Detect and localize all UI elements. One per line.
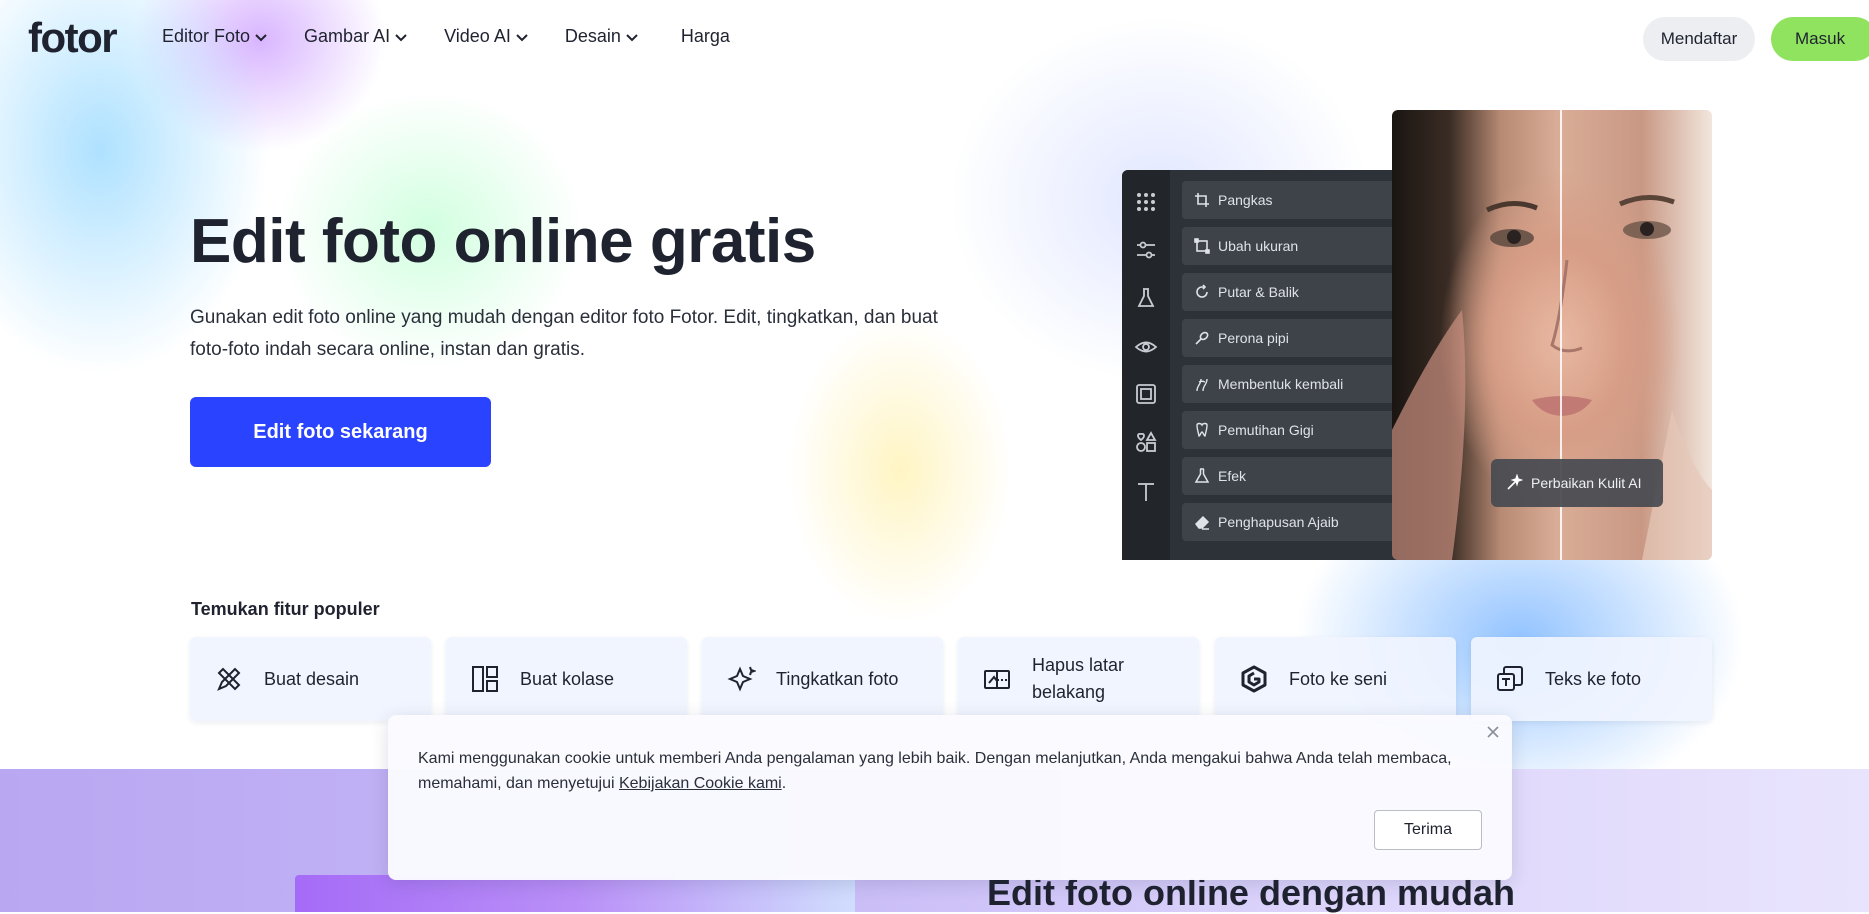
tool-teeth-whitening[interactable]: Pemutihan Gigi	[1182, 411, 1424, 449]
chevron-down-icon	[626, 33, 638, 41]
cookie-policy-link[interactable]: Kebijakan Cookie kami	[619, 775, 782, 792]
frame-icon	[1136, 384, 1156, 404]
tool-label: Pangkas	[1218, 192, 1273, 208]
editor-mockup: Pangkas Ubah ukuran Putar & Balik Perona…	[1122, 170, 1424, 560]
tooth-icon	[1196, 422, 1208, 437]
flask-icon	[1137, 288, 1155, 307]
eye-icon	[1134, 341, 1158, 353]
nav-label: Video AI	[444, 26, 511, 46]
tool-label: Putar & Balik	[1218, 284, 1299, 300]
feature-label: Teks ke foto	[1545, 668, 1642, 689]
tool-blush[interactable]: Perona pipi	[1182, 319, 1424, 357]
cookie-suffix: .	[781, 775, 787, 792]
fotor-logo[interactable]: fotor	[28, 14, 118, 62]
tool-label: Pemutihan Gigi	[1218, 422, 1314, 438]
crop-icon	[1195, 193, 1209, 207]
collage-icon	[472, 666, 498, 692]
edit-photo-now-button[interactable]: Edit foto sekarang	[190, 397, 491, 467]
feature-create-collage[interactable]: Buat kolase	[446, 637, 687, 721]
elements-icon	[1136, 431, 1157, 452]
close-icon[interactable]	[1484, 723, 1502, 741]
hero-title: Edit foto online gratis	[190, 207, 816, 276]
chevron-down-icon	[516, 33, 528, 41]
eraser-icon	[1195, 515, 1210, 530]
tool-resize[interactable]: Ubah ukuran	[1182, 227, 1424, 265]
nav-label: Desain	[564, 26, 621, 46]
nav-harga[interactable]: Harga	[681, 26, 730, 47]
flask-icon	[1194, 468, 1210, 483]
feature-photo-to-art[interactable]: Foto ke seni	[1215, 637, 1456, 721]
sliders-icon	[1137, 241, 1155, 259]
feature-label: Hapus latar belakang	[1032, 655, 1125, 702]
login-button[interactable]: Masuk	[1771, 17, 1869, 61]
nav-label: Gambar AI	[304, 26, 391, 46]
art-logo-icon	[1241, 665, 1267, 693]
grid-dots-icon	[1137, 193, 1155, 211]
feature-label: Buat kolase	[520, 668, 615, 689]
nav-label: Editor Foto	[162, 26, 251, 46]
main-nav: Editor Foto Gambar AI Video AI Desain Ha…	[162, 26, 766, 47]
tool-magic-eraser[interactable]: Penghapusan Ajaib	[1182, 503, 1424, 541]
design-tools-icon	[217, 667, 241, 691]
tool-reshape[interactable]: Membentuk kembali	[1182, 365, 1424, 403]
nav-gambar-ai[interactable]: Gambar AI	[304, 26, 408, 47]
chevron-down-icon	[395, 33, 407, 41]
feature-label: Tingkatkan foto	[776, 668, 899, 689]
feature-text-to-photo[interactable]: Teks ke foto	[1471, 637, 1712, 721]
nav-editor-foto[interactable]: Editor Foto	[162, 26, 268, 47]
feature-label: Foto ke seni	[1289, 668, 1388, 689]
feature-create-design[interactable]: Buat desain	[190, 637, 431, 721]
remove-background-icon	[984, 670, 1010, 689]
feature-enhance-photo[interactable]: Tingkatkan foto	[702, 637, 943, 721]
reshape-icon	[1196, 378, 1208, 392]
hero-subtitle: Gunakan edit foto online yang mudah deng…	[190, 307, 938, 360]
ai-badge-label: Perbaikan Kulit AI	[1531, 475, 1642, 491]
tool-label: Penghapusan Ajaib	[1218, 514, 1339, 530]
cookie-banner: Kami menggunakan cookie untuk memberi An…	[388, 715, 1512, 880]
rotate-icon	[1196, 284, 1208, 298]
signup-button[interactable]: Mendaftar	[1643, 17, 1755, 61]
nav-label: Harga	[680, 26, 730, 46]
text-icon	[1138, 483, 1154, 501]
cookie-text: Kami menggunakan cookie untuk memberi An…	[418, 750, 1452, 792]
chevron-down-icon	[255, 33, 267, 41]
editor-rail	[1122, 170, 1170, 560]
features-title: Temukan fitur populer	[191, 599, 380, 619]
feature-remove-background[interactable]: Hapus latar belakang	[958, 637, 1199, 721]
text-to-image-icon	[1497, 666, 1523, 691]
ai-skin-retouch-badge: Perbaikan Kulit AI	[1491, 459, 1663, 507]
resize-icon	[1194, 238, 1210, 254]
tool-label: Membentuk kembali	[1218, 376, 1344, 392]
cookie-message: Kami menggunakan cookie untuk memberi An…	[418, 746, 1478, 796]
enhance-sparkle-icon	[727, 666, 756, 692]
tool-rotate[interactable]: Putar & Balik	[1182, 273, 1424, 311]
accept-cookies-button[interactable]: Terima	[1374, 810, 1482, 850]
tool-label: Ubah ukuran	[1218, 238, 1299, 254]
magic-wand-icon	[1507, 474, 1523, 490]
nav-video-ai[interactable]: Video AI	[444, 26, 529, 47]
tool-effects[interactable]: Efek	[1182, 457, 1424, 495]
feature-label: Buat desain	[264, 668, 360, 689]
tool-label: Perona pipi	[1218, 330, 1289, 346]
nav-desain[interactable]: Desain	[565, 26, 639, 47]
blush-icon	[1195, 331, 1209, 345]
tool-crop[interactable]: Pangkas	[1182, 181, 1424, 219]
section-strip	[295, 875, 855, 912]
tool-label: Efek	[1218, 468, 1247, 484]
